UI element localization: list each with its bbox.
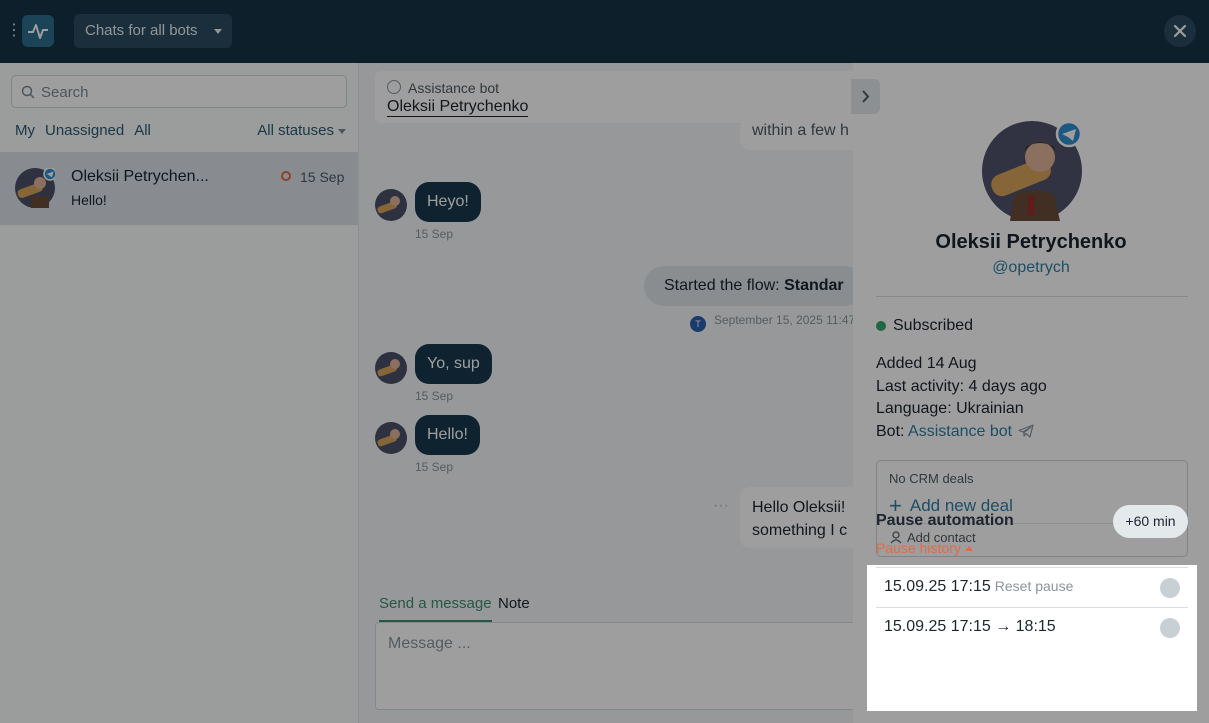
search-input[interactable]: Search: [11, 75, 347, 108]
avatar: [375, 189, 407, 221]
pause-history-row: 15.09.25 17:15 → 18:15: [876, 607, 1188, 647]
chat-last-message: Hello!: [71, 192, 107, 208]
more-dots-icon[interactable]: ···: [713, 497, 729, 515]
message-date: 15 Sep: [415, 389, 454, 403]
user-badge-icon: T: [690, 316, 706, 332]
operator-avatar-icon: [1160, 618, 1180, 638]
flow-name: Standar: [784, 277, 844, 294]
app-logo-icon[interactable]: [22, 15, 54, 47]
chat-list-panel: Search My Unassigned All All statuses Olek…: [0, 63, 359, 723]
operator-avatar-icon: [1160, 578, 1180, 598]
flow-prefix: Started the flow:: [664, 277, 785, 294]
message-input[interactable]: Message ...: [375, 622, 853, 710]
pause-title: Pause automation: [876, 512, 1014, 529]
pause-automation-section: Pause automation +60 min Pause history 1…: [867, 505, 1197, 711]
search-icon: [21, 85, 35, 99]
pause-history-toggle[interactable]: Pause history: [876, 540, 973, 556]
filter-my[interactable]: My: [15, 122, 35, 139]
tab-send-message[interactable]: Send a message: [379, 595, 492, 622]
bots-selector[interactable]: Chats for all bots: [74, 14, 232, 48]
message-placeholder: Message ...: [388, 635, 471, 652]
status-filter[interactable]: All statuses: [257, 122, 346, 139]
message-date: 15 Sep: [415, 227, 454, 241]
reset-pause-label: Reset pause: [994, 578, 1074, 594]
search-placeholder: Search: [41, 84, 89, 101]
message-bubble-outgoing: Hello Oleksii! something I c: [740, 487, 853, 548]
avatar: [375, 422, 407, 454]
chat-filters: My Unassigned All: [15, 122, 161, 139]
conversation-header: Assistance bot Oleksii Petrychenko: [375, 71, 853, 123]
message-bubble-incoming: Hello!: [415, 415, 480, 455]
chevron-down-icon: [338, 129, 346, 134]
chat-contact-name: Oleksii Petrychen...: [71, 168, 209, 185]
conversation-contact-link[interactable]: Oleksii Petrychenko: [387, 98, 529, 117]
status-filter-label: All statuses: [257, 122, 334, 139]
pause-history-label: Pause history: [876, 540, 961, 556]
tab-note[interactable]: Note: [498, 595, 530, 612]
menu-dots-icon[interactable]: ⋮: [6, 22, 22, 40]
message-line: something I c: [752, 522, 848, 539]
flow-started-event: Started the flow: Standar: [644, 266, 853, 306]
conversation-bot-name: Assistance bot: [408, 80, 500, 96]
pause-add-60-button[interactable]: +60 min: [1113, 505, 1188, 538]
filter-unassigned[interactable]: Unassigned: [45, 122, 124, 139]
filter-all[interactable]: All: [134, 122, 151, 139]
message-line: Hello Oleksii!: [752, 499, 846, 516]
avatar: [375, 352, 407, 384]
chat-date: 15 Sep: [300, 169, 345, 185]
flow-meta: T September 15, 2025 11:47: [690, 313, 853, 332]
unread-status-icon: [281, 171, 291, 181]
pause-time: 15.09.25 17:15: [884, 578, 991, 595]
message-bubble-incoming: Heyo!: [415, 182, 481, 222]
pause-time: 15.09.25 17:15 → 18:15: [884, 618, 1056, 635]
bots-selector-label: Chats for all bots: [85, 22, 198, 39]
flow-timestamp: September 15, 2025 11:47: [714, 313, 853, 327]
message-date: 15 Sep: [415, 460, 454, 474]
pause-history-row: 15.09.25 17:15 Reset pause: [876, 567, 1188, 607]
avatar: [15, 168, 55, 208]
message-bubble-incoming: Yo, sup: [415, 344, 492, 384]
eye-icon: [387, 80, 401, 94]
chevron-down-icon: [214, 29, 222, 34]
chat-list-item[interactable]: Oleksii Petrychen... Hello! 15 Sep: [0, 152, 358, 225]
chevron-up-icon: [964, 546, 973, 551]
conversation-panel: within a few h Assistance bot Oleksii Pe…: [359, 63, 853, 723]
